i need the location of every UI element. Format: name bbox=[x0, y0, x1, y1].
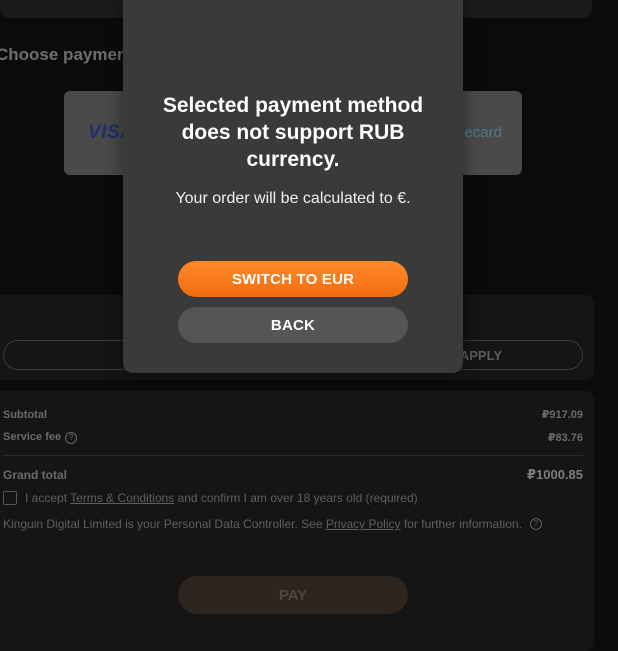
controller-prefix: Kinguin Digital Limited is your Personal… bbox=[3, 517, 326, 531]
service-fee-value: ₽83.76 bbox=[547, 432, 583, 444]
order-summary: Subtotal ₽917.09 Service fee? ₽83.76 Gra… bbox=[0, 391, 594, 651]
modal-title: Selected payment method does not support… bbox=[162, 94, 424, 171]
subtotal-label: Subtotal bbox=[3, 408, 47, 421]
grand-total-label: Grand total bbox=[3, 468, 68, 482]
section-title: Choose payment bbox=[0, 45, 133, 64]
subtotal-row: Subtotal ₽917.09 bbox=[3, 408, 583, 422]
subtotal-value: ₽917.09 bbox=[541, 409, 583, 421]
pay-button[interactable]: PAY bbox=[178, 576, 408, 614]
question-icon[interactable]: ? bbox=[65, 432, 78, 444]
grand-total-value: ₽1000.85 bbox=[526, 467, 583, 482]
currency-modal: Selected payment method does not support… bbox=[123, 0, 463, 373]
modal-message: Your order will be calculated to €. bbox=[175, 190, 411, 207]
service-fee-label: Service fee bbox=[3, 431, 62, 443]
service-fee-row: Service fee? ₽83.76 bbox=[3, 431, 583, 444]
controller-suffix: for further information. bbox=[400, 517, 522, 531]
grand-total-row: Grand total ₽1000.85 bbox=[3, 467, 583, 483]
apply-button[interactable]: APPLY bbox=[460, 348, 502, 363]
divider bbox=[3, 455, 583, 456]
data-controller-notice: Kinguin Digital Limited is your Personal… bbox=[3, 517, 585, 531]
terms-link[interactable]: Terms & Conditions bbox=[70, 491, 174, 505]
terms-prefix: I accept bbox=[25, 491, 71, 505]
terms-checkbox[interactable] bbox=[3, 491, 17, 505]
back-button[interactable]: BACK bbox=[178, 307, 408, 343]
question-icon[interactable]: ? bbox=[529, 518, 542, 530]
privacy-policy-link[interactable]: Privacy Policy bbox=[326, 517, 401, 531]
terms-suffix: and confirm I am over 18 years old (requ… bbox=[174, 491, 418, 505]
terms-row: I accept Terms & Conditions and confirm … bbox=[3, 491, 418, 505]
ecard-logo: ecard bbox=[464, 124, 502, 141]
switch-to-eur-button[interactable]: SWITCH TO EUR bbox=[178, 261, 408, 297]
